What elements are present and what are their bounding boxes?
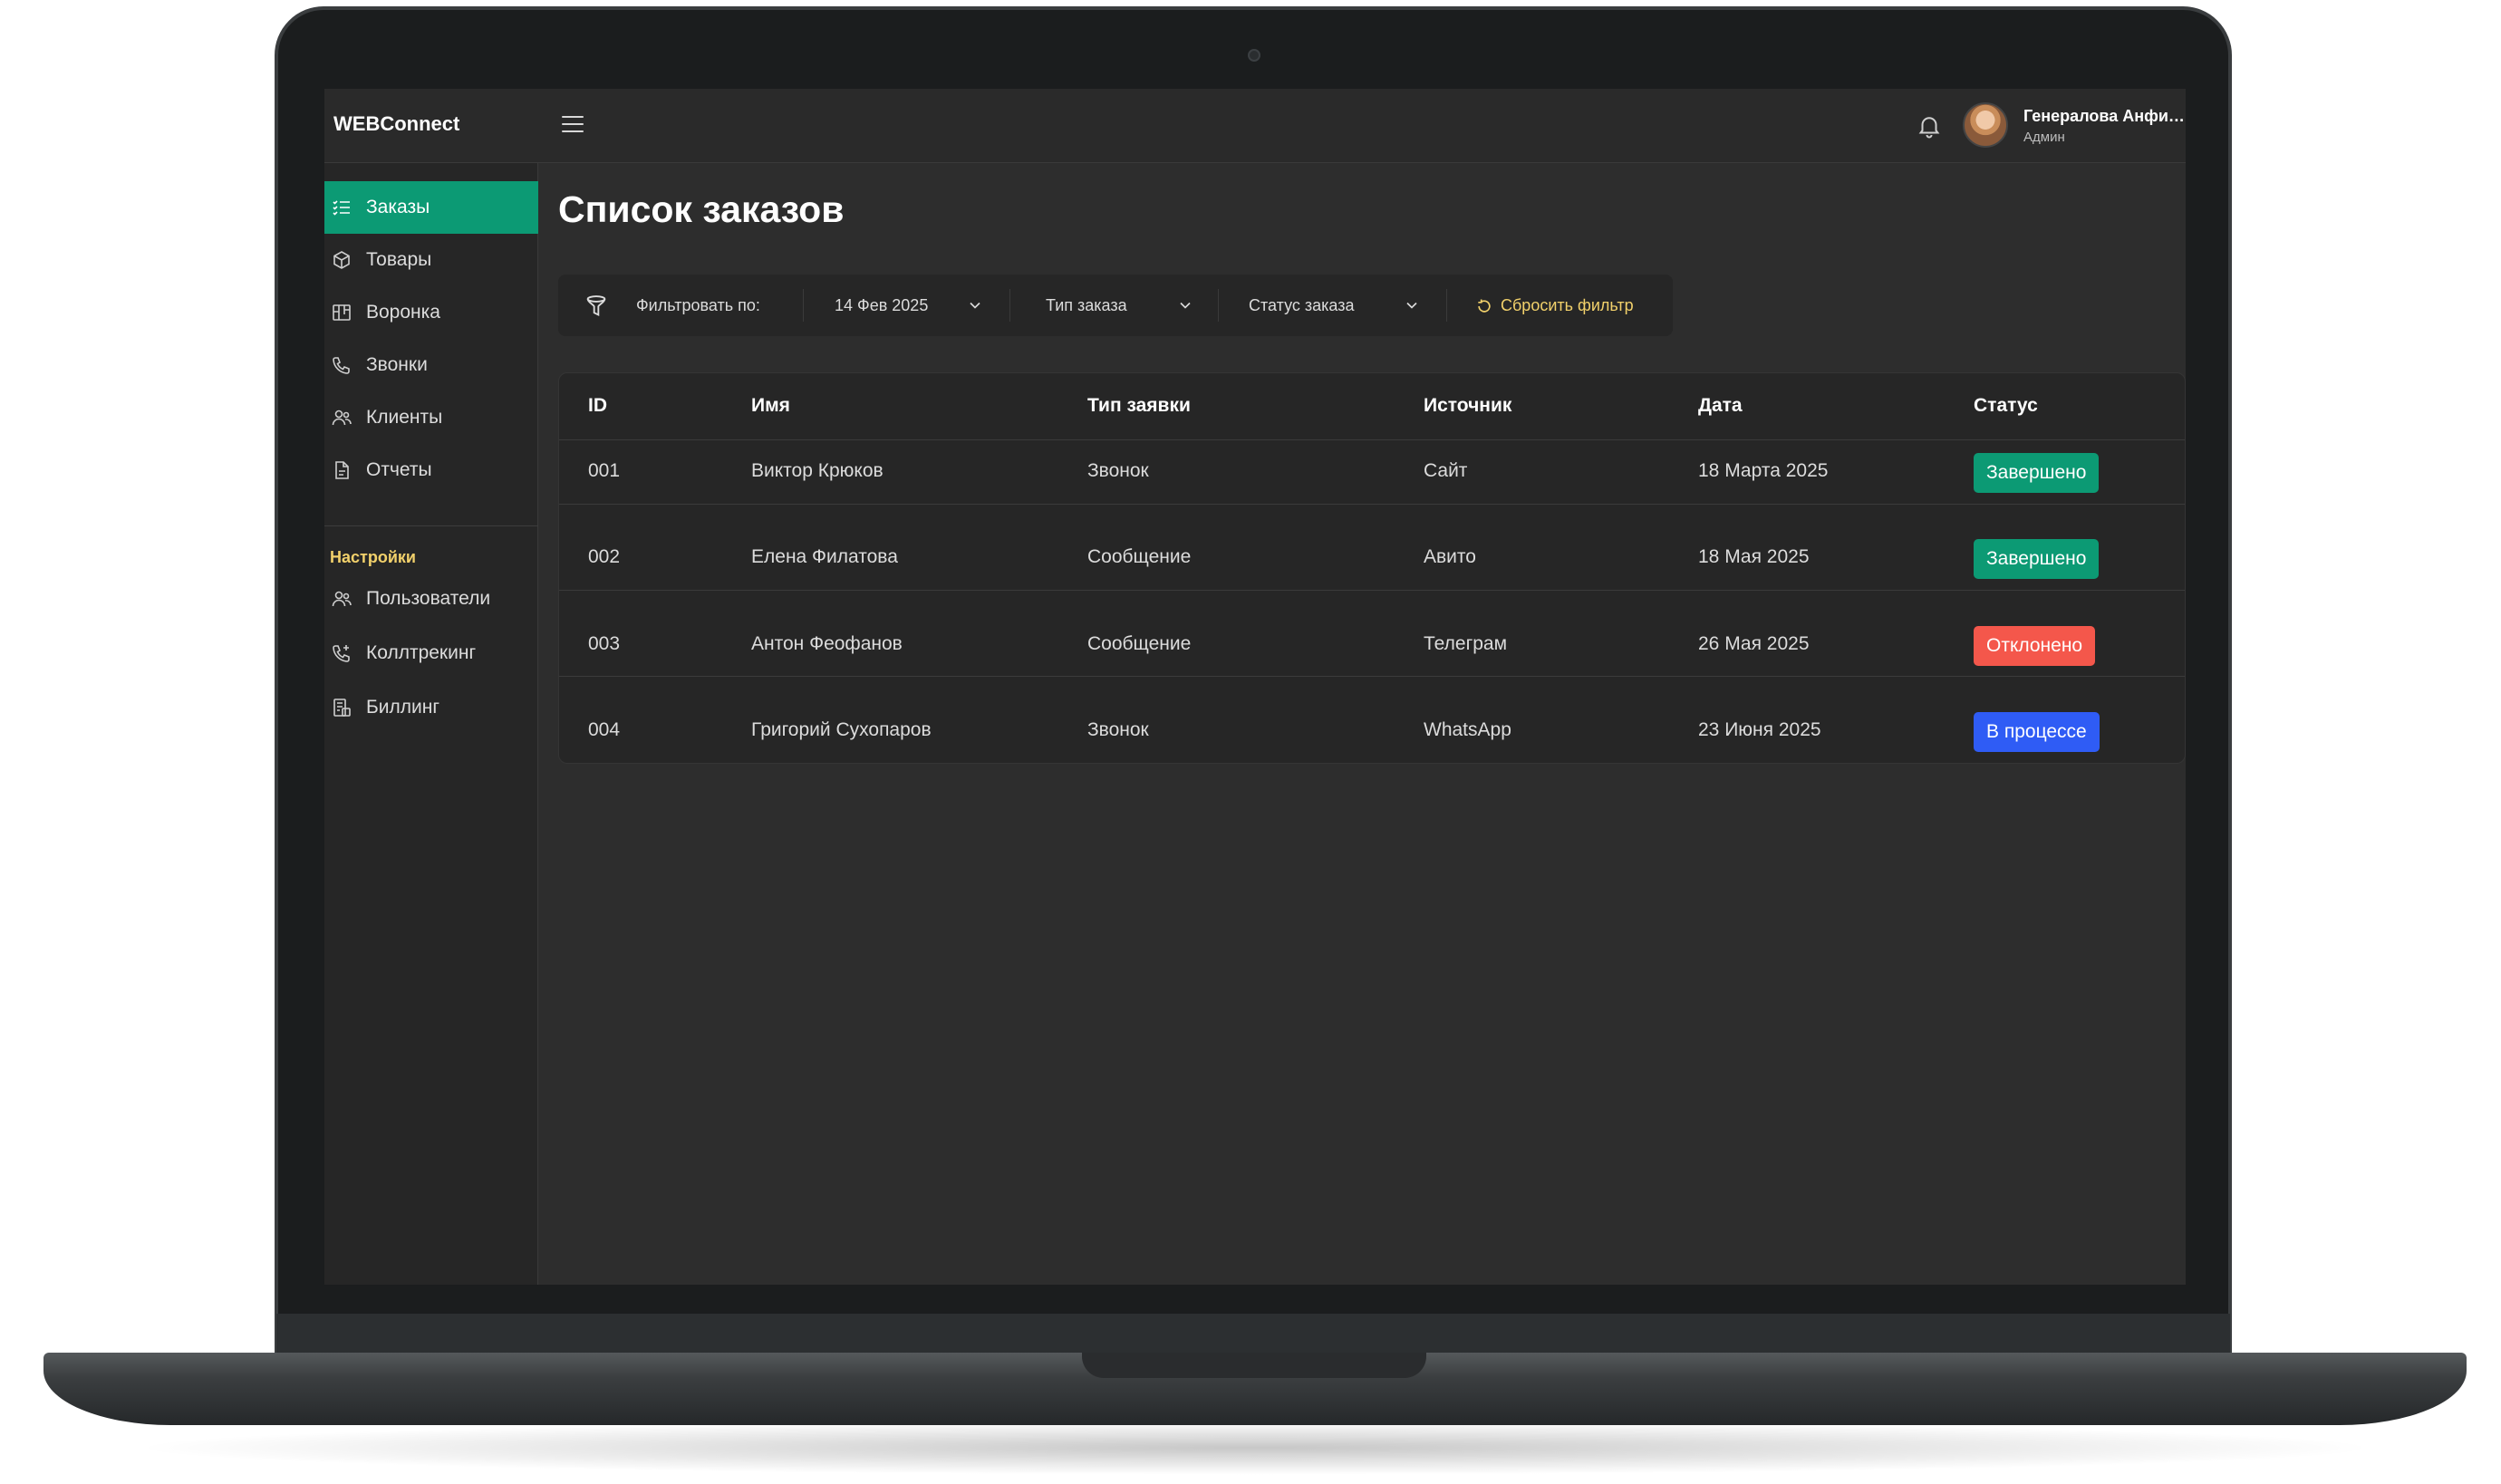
users-icon (330, 587, 353, 611)
page-title: Список заказов (558, 188, 845, 230)
column-header-id[interactable]: ID (588, 395, 607, 417)
phone-plus-icon (330, 641, 353, 665)
cell-type: Звонок (1087, 719, 1149, 740)
sidebar-item-label: Звонки (366, 354, 428, 375)
column-header-source[interactable]: Источник (1424, 395, 1511, 417)
chevron-down-icon[interactable] (1403, 296, 1421, 314)
settings-section-title: Настройки (330, 548, 416, 566)
sidebar-item-reports[interactable]: Отчеты (324, 444, 538, 496)
sidebar-item-label: Воронка (366, 302, 440, 323)
filter-icon (586, 295, 606, 317)
cell-id: 004 (588, 719, 621, 740)
billing-icon (330, 696, 353, 719)
reset-filter-label: Сбросить фильтр (1501, 296, 1634, 314)
cell-name: Антон Феофанов (751, 633, 903, 654)
sidebar-item-label: Клиенты (366, 407, 443, 428)
orders-table: ID Имя Тип заявки Источник Дата Статус 0… (558, 372, 2186, 764)
cell-date: 18 Мая 2025 (1698, 546, 1810, 567)
filter-label: Фильтровать по: (636, 296, 760, 314)
user-role: Админ (2023, 130, 2065, 145)
users-icon (330, 406, 353, 429)
cell-id: 001 (588, 460, 621, 481)
date-filter[interactable]: 14 Фев 2025 (835, 296, 928, 315)
sidebar-item-calltracking[interactable]: Коллтрекинг (324, 627, 538, 679)
order-type-filter[interactable]: Тип заказа (1046, 296, 1127, 315)
sidebar-item-calls[interactable]: Звонки (324, 339, 538, 391)
sidebar-item-users[interactable]: Пользователи (324, 573, 538, 625)
sidebar-item-billing[interactable]: Биллинг (324, 681, 538, 734)
brand-logo[interactable]: WEBConnect (333, 112, 459, 136)
cell-name: Григорий Сухопаров (751, 719, 932, 740)
sidebar-divider (324, 525, 538, 526)
sidebar-item-clients[interactable]: Клиенты (324, 391, 538, 444)
laptop-shadow (127, 1421, 2383, 1475)
cell-name: Елена Филатова (751, 546, 898, 567)
filter-separator (803, 289, 804, 322)
document-icon (330, 458, 353, 482)
cell-source: Сайт (1424, 460, 1468, 481)
camera (1248, 49, 1260, 62)
sidebar-item-label: Отчеты (366, 459, 432, 480)
row-divider (559, 590, 2185, 591)
column-header-date[interactable]: Дата (1698, 395, 1743, 417)
order-status-filter[interactable]: Статус заказа (1249, 296, 1355, 315)
row-divider (559, 504, 2185, 505)
reset-icon (1478, 299, 1491, 313)
column-header-type[interactable]: Тип заявки (1087, 395, 1191, 417)
status-badge: Отклонено (1974, 626, 2096, 666)
list-check-icon (330, 196, 353, 219)
cell-type: Сообщение (1087, 546, 1192, 567)
sidebar-item-label: Биллинг (366, 697, 440, 718)
sidebar-item-label: Товары (366, 249, 432, 270)
bell-icon[interactable] (1916, 111, 1943, 141)
filter-separator (1218, 289, 1219, 322)
cell-date: 18 Марта 2025 (1698, 460, 1829, 481)
chevron-down-icon[interactable] (1176, 296, 1194, 314)
status-badge: Завершено (1974, 539, 2100, 579)
cell-name: Виктор Крюков (751, 460, 884, 481)
cell-date: 23 Июня 2025 (1698, 719, 1821, 740)
table-header-divider (559, 439, 2185, 440)
column-header-status[interactable]: Статус (1974, 395, 2038, 417)
app-screen: WEBConnect Генералова Анфиса Админ Заказ… (324, 89, 2186, 1285)
cell-id: 002 (588, 546, 621, 567)
sidebar-item-funnel[interactable]: Воронка (324, 286, 538, 339)
status-badge: В процессе (1974, 712, 2100, 752)
laptop-notch (1082, 1353, 1426, 1378)
sidebar-item-label: Пользователи (366, 588, 491, 609)
cell-id: 003 (588, 633, 621, 654)
filter-separator (1446, 289, 1447, 322)
filter-bar: Фильтровать по: 14 Фев 2025 Тип заказа С… (558, 275, 1673, 336)
cell-source: Телеграм (1424, 633, 1508, 654)
sidebar-item-label: Заказы (366, 197, 430, 217)
menu-icon[interactable] (562, 116, 584, 134)
sidebar-item-orders[interactable]: Заказы (324, 181, 538, 234)
top-bar: WEBConnect Генералова Анфиса Админ (324, 89, 2186, 163)
cell-source: Авито (1424, 546, 1476, 567)
phone-icon (330, 353, 353, 377)
chevron-down-icon[interactable] (966, 296, 984, 314)
cell-type: Звонок (1087, 460, 1149, 481)
kanban-icon (330, 301, 353, 324)
column-header-name[interactable]: Имя (751, 395, 790, 417)
cell-type: Сообщение (1087, 633, 1192, 654)
user-name[interactable]: Генералова Анфиса (2023, 107, 2186, 126)
row-divider (559, 676, 2185, 677)
cell-source: WhatsApp (1424, 719, 1511, 740)
sidebar-item-label: Коллтрекинг (366, 642, 477, 663)
avatar[interactable] (1963, 102, 2008, 148)
status-badge: Завершено (1974, 453, 2100, 493)
laptop-chin (276, 1314, 2230, 1354)
box-icon (330, 248, 353, 272)
sidebar-item-products[interactable]: Товары (324, 234, 538, 286)
filter-separator (1009, 289, 1010, 322)
reset-filter-button[interactable]: Сбросить фильтр (1475, 296, 1634, 315)
cell-date: 26 Мая 2025 (1698, 633, 1810, 654)
sidebar: Заказы Товары Воронка Звонки Клиенты Отч… (324, 163, 538, 1285)
